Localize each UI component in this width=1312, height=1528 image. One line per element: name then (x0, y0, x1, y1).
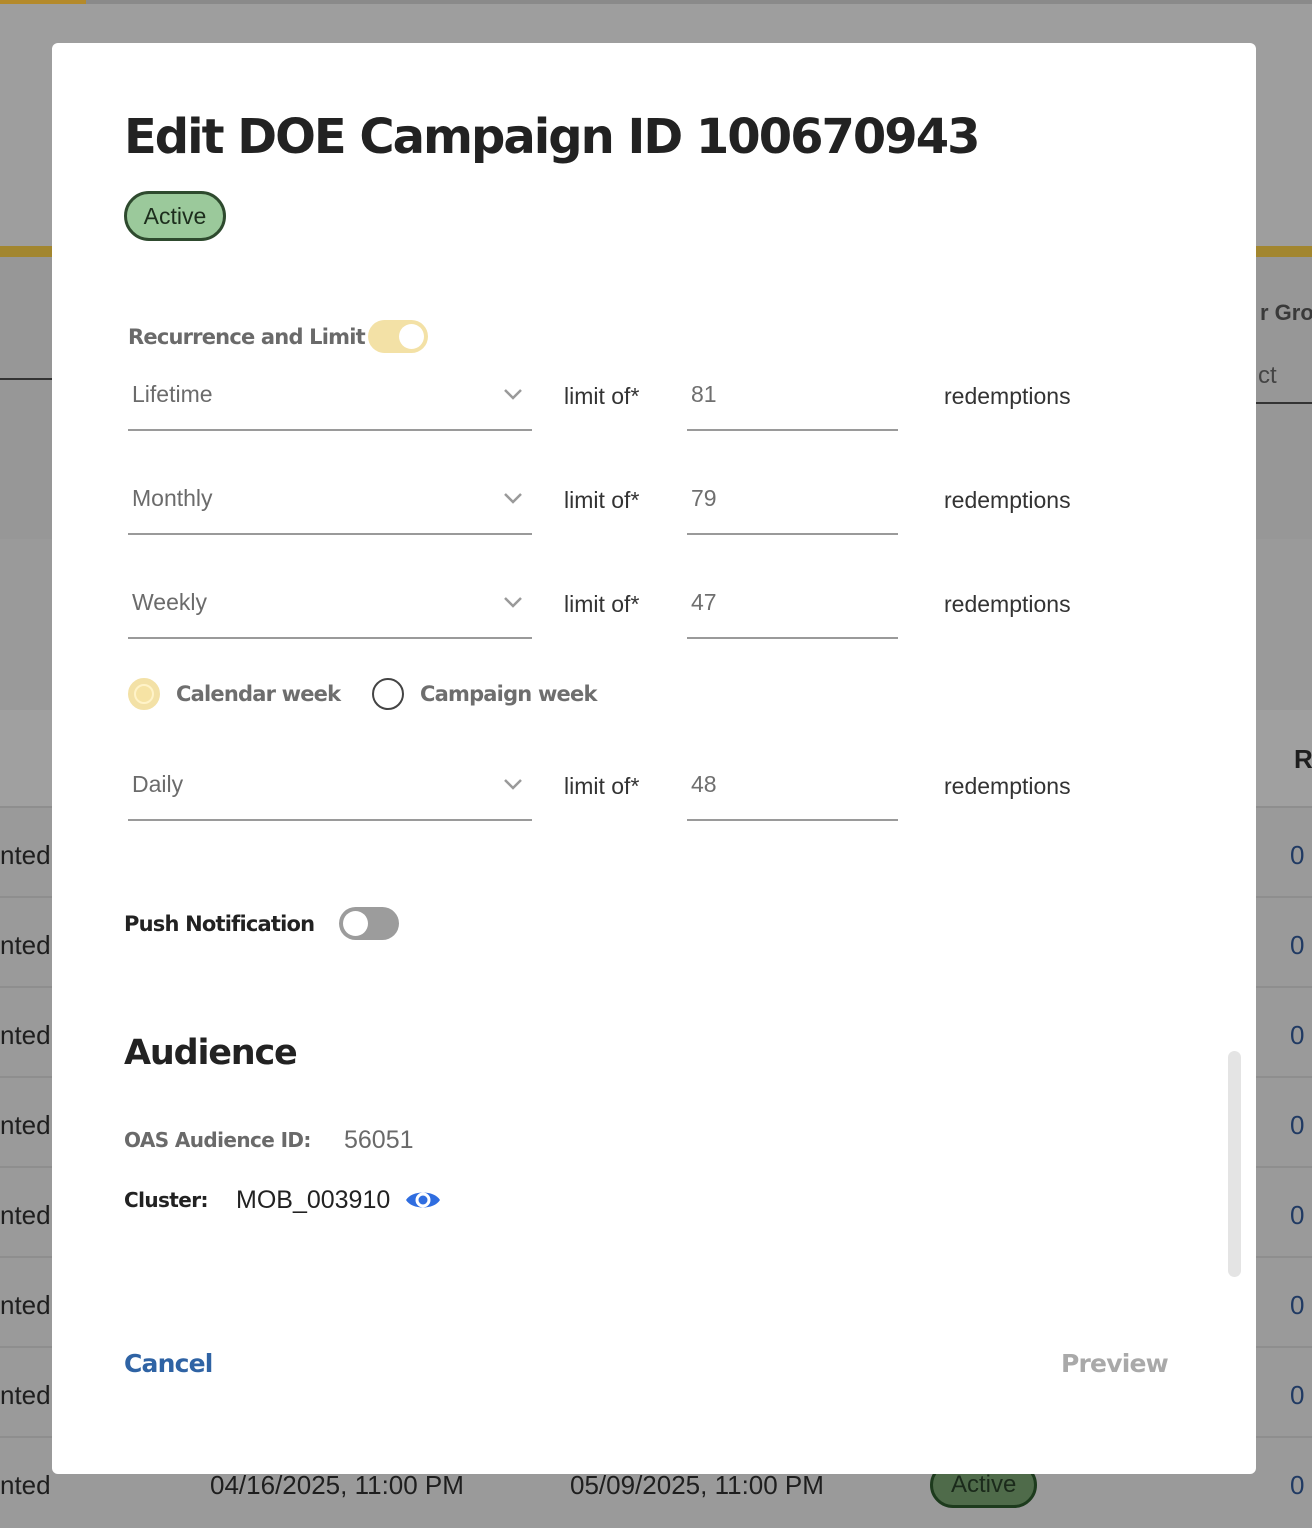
bg-row-value: 0 (1290, 1290, 1305, 1320)
modal-scrollbar[interactable] (1228, 1051, 1241, 1277)
period-select-value: Lifetime (132, 381, 213, 407)
recurrence-toggle[interactable] (368, 320, 428, 353)
bg-row-status: nted (0, 1470, 51, 1500)
oas-audience-id-label: OAS Audience ID: (124, 1128, 311, 1152)
bg-top-bar (0, 0, 1312, 4)
cluster-label: Cluster: (124, 1188, 208, 1212)
limit-input-daily[interactable]: 48 (687, 759, 898, 821)
limit-input-weekly[interactable]: 47 (687, 577, 898, 639)
bg-filter-underline-right (1256, 402, 1312, 404)
status-badge: Active (124, 191, 226, 241)
calendar-week-radio[interactable] (128, 678, 160, 710)
audience-heading: Audience (124, 1033, 298, 1073)
limit-label: limit of* (564, 487, 640, 513)
bg-row-value: 0 (1290, 1200, 1305, 1230)
toggle-knob (343, 911, 368, 936)
bg-row-status: nted (0, 840, 51, 870)
unit-label: redemptions (944, 383, 1071, 409)
limit-label: limit of* (564, 773, 640, 799)
bg-select-fragment: ct (1258, 362, 1277, 389)
limit-input-monthly[interactable]: 79 (687, 473, 898, 535)
limit-label: limit of* (564, 591, 640, 617)
modal-title: Edit DOE Campaign ID 100670943 (124, 109, 980, 165)
chevron-down-icon (504, 389, 522, 400)
period-select-weekly[interactable]: Weekly (128, 577, 532, 639)
bg-row-value: 0 (1290, 1380, 1305, 1410)
bg-row-status: nted (0, 1020, 51, 1050)
oas-audience-id-value: 56051 (344, 1126, 414, 1154)
chevron-down-icon (504, 597, 522, 608)
unit-label: redemptions (944, 773, 1071, 799)
bg-row-status: nted (0, 1290, 51, 1320)
bg-row-status: nted (0, 930, 51, 960)
preview-button[interactable]: Preview (1061, 1349, 1169, 1378)
bg-row-start-date: 04/16/2025, 11:00 PM (210, 1470, 464, 1500)
push-notification-toggle[interactable] (339, 907, 399, 940)
toggle-knob (399, 324, 424, 349)
bg-row-value: 0 (1290, 930, 1305, 960)
chevron-down-icon (504, 493, 522, 504)
limit-input-lifetime[interactable]: 81 (687, 369, 898, 431)
period-select-value: Daily (132, 771, 184, 797)
unit-label: redemptions (944, 487, 1071, 513)
calendar-week-label[interactable]: Calendar week (176, 682, 341, 706)
chevron-down-icon (504, 779, 522, 790)
bg-row-value: 0 (1290, 1470, 1305, 1500)
period-select-monthly[interactable]: Monthly (128, 473, 532, 535)
bg-row-status: nted (0, 1380, 51, 1410)
eye-icon[interactable] (404, 1185, 442, 1215)
period-select-lifetime[interactable]: Lifetime (128, 369, 532, 431)
unit-label: redemptions (944, 591, 1071, 617)
bg-row-value: 0 (1290, 840, 1305, 870)
bg-header-fragment: r Grou (1260, 300, 1312, 325)
bg-row-status: nted (0, 1200, 51, 1230)
cancel-button[interactable]: Cancel (124, 1349, 213, 1378)
limit-input-value: 47 (691, 589, 717, 615)
limit-input-value: 81 (691, 381, 717, 407)
bg-row-end-date: 05/09/2025, 11:00 PM (570, 1470, 824, 1500)
period-select-value: Monthly (132, 485, 213, 511)
bg-column-fragment: R (1294, 744, 1312, 774)
limit-input-value: 79 (691, 485, 717, 511)
bg-row-value: 0 (1290, 1110, 1305, 1140)
period-select-value: Weekly (132, 589, 207, 615)
limit-input-value: 48 (691, 771, 717, 797)
bg-row-value: 0 (1290, 1020, 1305, 1050)
period-select-daily[interactable]: Daily (128, 759, 532, 821)
campaign-week-label[interactable]: Campaign week (420, 682, 597, 706)
bg-top-bar-accent (0, 0, 86, 4)
cluster-value: MOB_003910 (236, 1186, 391, 1214)
push-notification-label: Push Notification (124, 912, 315, 936)
bg-row-status: nted (0, 1110, 51, 1140)
edit-campaign-modal: Edit DOE Campaign ID 100670943 Active Re… (52, 43, 1256, 1474)
recurrence-label: Recurrence and Limit (128, 325, 366, 349)
limit-label: limit of* (564, 383, 640, 409)
bg-filter-underline-left (0, 378, 52, 380)
campaign-week-radio[interactable] (372, 678, 404, 710)
